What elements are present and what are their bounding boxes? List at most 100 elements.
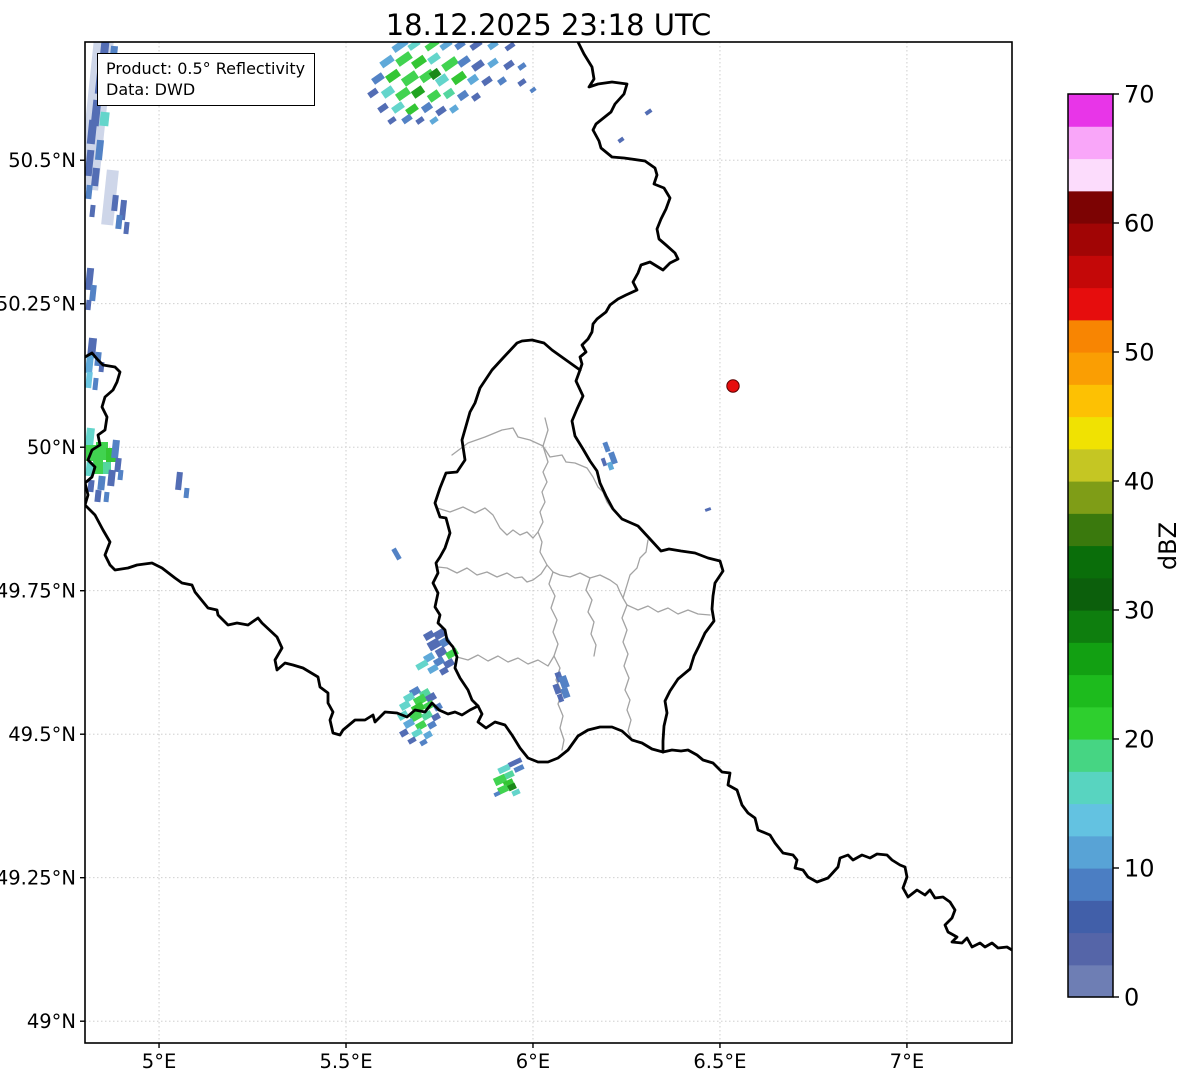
country-border xyxy=(85,351,480,737)
radar-echo-cell xyxy=(115,214,123,230)
radar-echo-cell xyxy=(410,54,428,70)
radar-echo-cell xyxy=(123,221,130,235)
radar-echo-cell xyxy=(395,51,413,67)
colorbar-tick-label: 70 xyxy=(1124,81,1155,109)
radar-echo-cell xyxy=(466,73,480,86)
map-area xyxy=(85,42,1012,1043)
radar-echo-cell xyxy=(377,102,389,114)
radar-echo-cell xyxy=(529,86,537,94)
radar-echo-cell xyxy=(175,471,183,491)
radar-echo-cell xyxy=(431,712,441,722)
y-tick-label: 49.5°N xyxy=(8,723,76,746)
radar-echo-cell xyxy=(103,491,110,503)
radar-echo-cell xyxy=(400,70,420,87)
colorbar-tick-label: 20 xyxy=(1124,726,1155,754)
radar-echo-cell xyxy=(503,59,515,71)
colorbar-tick-label: 40 xyxy=(1124,468,1155,496)
x-tick-label: 7°E xyxy=(890,1050,924,1073)
radar-echo-cell xyxy=(441,56,459,72)
radar-echo-cell xyxy=(427,720,437,730)
radar-echo-cell xyxy=(469,42,483,51)
radar-echo-cell xyxy=(423,730,433,740)
district-border xyxy=(585,577,597,657)
colorbar-segment xyxy=(1068,964,1113,998)
radar-echo-cell xyxy=(89,204,96,218)
radar-echo-cell xyxy=(97,475,106,491)
radar-echo-cell xyxy=(85,427,95,447)
x-tick-label: 6.5°E xyxy=(693,1050,746,1073)
district-border xyxy=(542,445,613,510)
y-tick-label: 50°N xyxy=(27,436,76,459)
colorbar-segment xyxy=(1068,706,1113,740)
colorbar-segment xyxy=(1068,416,1113,450)
radar-echo-cell xyxy=(367,87,379,99)
radar-echo-layer xyxy=(85,42,712,798)
country-border xyxy=(661,748,1012,952)
colorbar-tick-label: 60 xyxy=(1124,210,1155,238)
x-tick-label: 6°E xyxy=(516,1050,550,1073)
colorbar-axis-label: dBZ xyxy=(1154,522,1182,570)
radar-echo-cell xyxy=(407,736,417,745)
radar-echo-cell xyxy=(419,738,428,747)
radar-site-dot xyxy=(726,379,740,393)
radar-echo-cell xyxy=(384,68,402,84)
radar-echo-cell xyxy=(387,116,397,125)
radar-echo-cell xyxy=(456,89,470,102)
district-border xyxy=(542,417,549,447)
colorbar-segment xyxy=(1068,384,1113,418)
radar-figure: 18.12.2025 23:18 UTC 5°E 5.5°E 6°E 6.5°E 7°E… xyxy=(0,0,1202,1081)
product-label: Product: 0.5° Reflectivity xyxy=(106,59,306,78)
radar-echo-cell xyxy=(481,75,493,87)
colorbar-segment xyxy=(1068,545,1113,579)
radar-echo-cell xyxy=(450,70,468,86)
radar-echo-cell xyxy=(435,105,447,117)
radar-echo-cell xyxy=(442,87,456,100)
radar-echo-cell xyxy=(410,85,426,99)
country-border xyxy=(570,368,725,754)
radar-echo-cell xyxy=(517,78,527,87)
colorbar-segment xyxy=(1068,674,1113,708)
colorbar-segment xyxy=(1068,352,1113,385)
colorbar-segment xyxy=(1068,448,1113,482)
radar-echo-cell xyxy=(600,457,608,467)
radar-echo-cell xyxy=(471,59,485,72)
radar-echo-cell xyxy=(415,116,425,125)
radar-echo-cell xyxy=(471,92,481,102)
y-tick-label: 49.25°N xyxy=(0,867,76,890)
radar-echo-cell xyxy=(439,42,453,51)
colorbar-segment xyxy=(1068,481,1113,514)
colorbar-segment-top xyxy=(1068,94,1113,127)
radar-echo-cell xyxy=(427,52,441,65)
data-source-label: Data: DWD xyxy=(106,80,196,99)
radar-echo-cell xyxy=(379,54,395,69)
radar-echo-cell xyxy=(371,72,385,85)
radar-echo-cell xyxy=(394,86,412,102)
radar-echo-cell xyxy=(449,104,459,114)
colorbar-segment xyxy=(1068,287,1113,321)
radar-echo-cell xyxy=(183,487,190,499)
colorbar-segment xyxy=(1068,642,1113,676)
radar-echo-cell xyxy=(407,42,421,51)
y-tick-label: 50.5°N xyxy=(8,149,76,172)
colorbar-segment xyxy=(1068,868,1113,901)
colorbar-segment xyxy=(1068,126,1113,160)
radar-echo-cell xyxy=(401,113,413,125)
colorbar-segment xyxy=(1068,835,1113,869)
radar-map-canvas: 5°E 5.5°E 6°E 6.5°E 7°E 50.5°N 50.25°N 50°N 49.7… xyxy=(0,41,1182,1073)
district-border xyxy=(622,539,649,599)
x-tick-label: 5.5°E xyxy=(319,1050,372,1073)
radar-echo-cell xyxy=(513,764,525,773)
district-border xyxy=(626,604,711,616)
district-border xyxy=(456,654,555,667)
radar-echo-cell xyxy=(426,89,442,103)
y-tick-label: 49.75°N xyxy=(0,580,76,603)
country-border xyxy=(576,42,680,372)
colorbar-segment xyxy=(1068,803,1113,837)
radar-echo-cell xyxy=(391,547,402,561)
x-tick-label: 5°E xyxy=(142,1050,176,1073)
radar-echo-cell xyxy=(405,103,419,116)
radar-echo-cell xyxy=(497,76,507,86)
colorbar-segment xyxy=(1068,771,1113,805)
product-info-box: Product: 0.5° Reflectivity Data: DWD xyxy=(97,53,316,106)
radar-echo-cell xyxy=(414,719,428,732)
